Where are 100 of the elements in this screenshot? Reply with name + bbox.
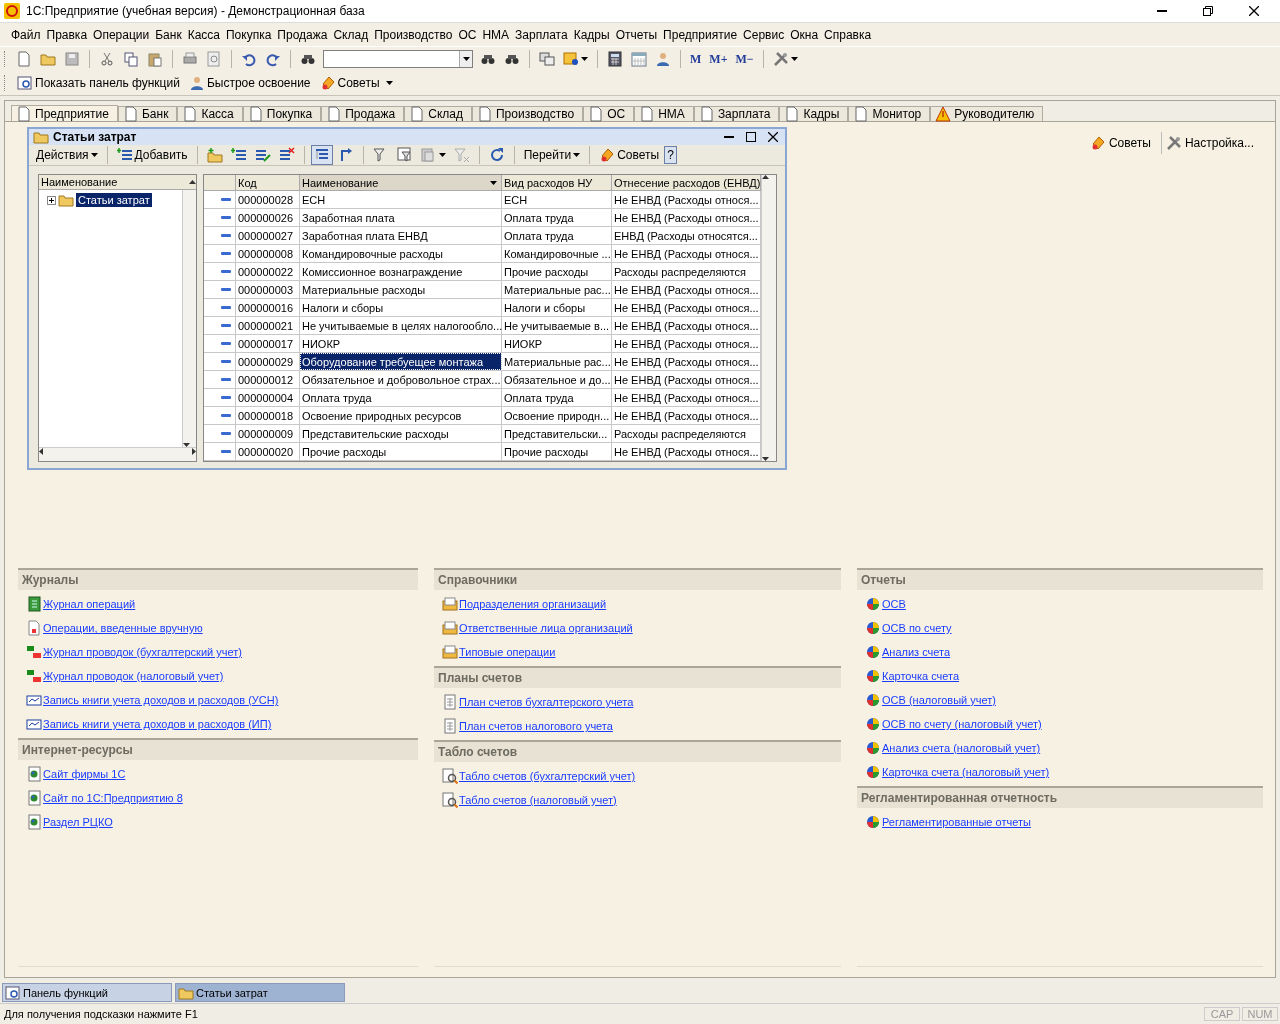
link[interactable]: План счетов налогового учета — [459, 720, 613, 732]
link[interactable]: Сайт по 1С:Предприятию 8 — [43, 792, 183, 804]
scroll-up-icon[interactable] — [762, 175, 769, 179]
menu-item[interactable]: Файл — [8, 27, 44, 42]
menu-item[interactable]: НМА — [479, 27, 513, 42]
link[interactable]: Запись книги учета доходов и расходов (УСН) — [43, 694, 279, 706]
cut-icon[interactable] — [99, 50, 115, 67]
caret-icon[interactable] — [438, 153, 446, 157]
link[interactable]: Типовые операции — [459, 646, 556, 658]
link[interactable]: План счетов бухгалтерского учета — [459, 696, 634, 708]
menu-item[interactable]: Операции — [90, 27, 153, 42]
link[interactable]: Табло счетов (налоговый учет) — [459, 794, 617, 806]
tips-button[interactable]: Советы — [596, 145, 663, 165]
link[interactable]: ОСВ (налоговый учет) — [882, 694, 996, 706]
link[interactable]: Регламентированные отчеты — [882, 816, 1031, 828]
page-icon[interactable] — [16, 50, 32, 67]
tab[interactable]: Зарплата — [693, 106, 780, 121]
tab[interactable]: НМА — [634, 106, 694, 121]
tab[interactable]: Касса — [177, 106, 243, 121]
preview-icon[interactable] — [206, 50, 222, 67]
delete-row-icon[interactable] — [278, 147, 295, 163]
link[interactable]: Журнал проводок (бухгалтерский учет) — [43, 646, 242, 658]
scrollbar[interactable] — [39, 447, 196, 461]
scrollbar[interactable] — [761, 175, 776, 461]
help-button[interactable]: ? — [664, 146, 677, 164]
tab[interactable]: Покупка — [242, 106, 322, 121]
toolbar-button[interactable]: Быстрое освоение — [185, 72, 314, 93]
scroll-up-icon[interactable] — [189, 180, 196, 184]
link[interactable]: Журнал проводок (налоговый учет) — [43, 670, 224, 682]
tab[interactable]: Предприятие — [11, 105, 118, 121]
tools-icon[interactable] — [772, 50, 789, 67]
edit-row-icon[interactable] — [254, 147, 271, 163]
link[interactable]: Анализ счета — [882, 646, 951, 658]
scroll-left-icon[interactable] — [39, 448, 43, 455]
toolbar-button[interactable]: Советы — [316, 72, 383, 93]
person-icon[interactable] — [655, 50, 671, 67]
menu-item[interactable]: Предприятие — [660, 27, 741, 42]
actions-menu[interactable]: Действия — [33, 146, 101, 164]
menu-item[interactable]: Справка — [821, 27, 875, 42]
menu-item[interactable]: Окна — [787, 27, 822, 42]
add-folder-icon[interactable] — [206, 147, 223, 163]
menu-item[interactable]: ОС — [455, 27, 480, 42]
link[interactable]: Сайт фирмы 1С — [43, 768, 126, 780]
link[interactable]: Операции, введенные вручную — [43, 622, 203, 634]
menu-item[interactable]: Зарплата — [512, 27, 571, 42]
search-field[interactable] — [323, 49, 473, 68]
link[interactable]: Анализ счета (налоговый учет) — [882, 742, 1041, 754]
close-button[interactable] — [765, 130, 781, 144]
maximize-button[interactable] — [743, 130, 759, 144]
tab[interactable]: ОС — [583, 106, 635, 121]
toolbar-button[interactable]: Настройка... — [1160, 132, 1258, 154]
link[interactable]: Запись книги учета доходов и расходов (ИП) — [43, 718, 272, 730]
add-row-icon[interactable] — [230, 147, 247, 163]
menu-item[interactable]: Сервис — [740, 27, 788, 42]
toolbar-button[interactable]: Показать панель функций — [14, 72, 183, 93]
tab[interactable]: Продажа — [321, 106, 405, 121]
windows-icon[interactable] — [539, 50, 555, 67]
memory-button[interactable]: M — [687, 49, 705, 68]
toolbar-button[interactable]: Советы — [1085, 132, 1155, 154]
scroll-right-icon[interactable] — [192, 448, 196, 455]
go-menu[interactable]: Перейти — [520, 146, 584, 164]
copy-icon[interactable] — [123, 50, 139, 67]
tab[interactable]: Склад — [404, 106, 472, 121]
scrollbar[interactable] — [182, 190, 196, 447]
menu-item[interactable]: Продажа — [274, 27, 331, 42]
add-button[interactable]: Добавить — [113, 145, 191, 165]
link[interactable]: Журнал операций — [43, 598, 136, 610]
caret-icon[interactable] — [462, 56, 470, 61]
tab[interactable]: Монитор — [848, 106, 931, 121]
link[interactable]: Карточка счета — [882, 670, 960, 682]
filter-value-icon[interactable] — [396, 147, 413, 163]
link[interactable]: Карточка счета (налоговый учет) — [882, 766, 1050, 778]
link[interactable]: Раздел РЦКО — [43, 816, 113, 828]
tab[interactable]: Кадры — [779, 106, 849, 121]
link[interactable]: ОСВ — [882, 598, 906, 610]
caret-icon[interactable] — [581, 56, 588, 61]
expand-icon[interactable] — [47, 195, 56, 205]
menu-item[interactable]: Кадры — [570, 27, 613, 42]
tab[interactable]: Производство — [471, 106, 584, 121]
refresh-icon[interactable] — [488, 147, 505, 163]
menu-item[interactable]: Банк — [152, 27, 185, 42]
column-header[interactable]: Наименование — [300, 175, 502, 190]
menu-item[interactable]: Правка — [43, 27, 91, 42]
scroll-down-icon[interactable] — [762, 457, 769, 461]
menu-item[interactable]: Склад — [330, 27, 372, 42]
paste-icon[interactable] — [147, 50, 163, 67]
taskbar-button[interactable]: Панель функций — [2, 983, 172, 1002]
menu-item[interactable]: Касса — [184, 27, 223, 42]
menu-item[interactable]: Отчеты — [612, 27, 661, 42]
tab[interactable]: Банк — [117, 106, 178, 121]
menu-item[interactable]: Производство — [371, 27, 456, 42]
link[interactable]: ОСВ по счету (налоговый учет) — [882, 718, 1042, 730]
tab[interactable]: Руководителю — [930, 106, 1044, 121]
link[interactable]: Табло счетов (бухгалтерский учет) — [459, 770, 636, 782]
taskbar-button[interactable]: Статьи затрат — [175, 983, 345, 1002]
menu-item[interactable]: Покупка — [223, 27, 275, 42]
caret-icon[interactable] — [385, 80, 393, 85]
printer-icon[interactable] — [182, 50, 198, 67]
link[interactable]: Ответственные лица организаций — [459, 622, 633, 634]
column-header[interactable]: Вид расходов НУ — [502, 175, 612, 190]
